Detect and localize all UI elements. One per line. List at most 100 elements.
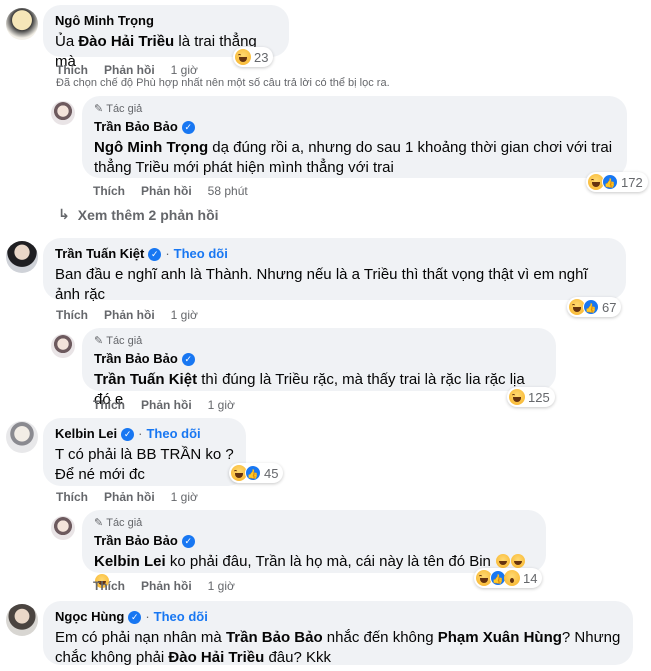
commenter-name-text: Trần Bảo Bảo <box>94 119 178 134</box>
author-tag-label: Tác giả <box>106 517 143 529</box>
commenter-name[interactable]: Ngô Minh Trọng <box>55 13 154 29</box>
comment-bubble: ✎ Tác giả Trần Bảo Bảo ✓ Trần Tuấn Kiệt th… <box>82 328 556 408</box>
reply-button[interactable]: Phản hồi <box>104 308 155 322</box>
avatar[interactable] <box>51 516 75 540</box>
comment-actions: Thích Phản hồi 1 giờ <box>93 579 235 593</box>
comment-actions: Thích Phản hồi 58 phút <box>93 184 248 198</box>
reaction-summary[interactable]: 👍 172 <box>586 172 648 192</box>
separator: · <box>138 426 143 441</box>
comment-text-part: Ủa <box>55 33 79 50</box>
reaction-count: 67 <box>602 299 617 315</box>
separator: · <box>165 246 170 261</box>
avatar[interactable] <box>51 334 75 358</box>
reaction-summary[interactable]: 125 <box>507 387 555 407</box>
like-button[interactable]: Thích <box>56 308 88 322</box>
timestamp[interactable]: 1 giờ <box>171 63 198 77</box>
commenter-name[interactable]: Trần Bảo Bảo ✓ <box>94 533 195 549</box>
comment-bubble: ✎ Tác giả Trần Bảo Bảo ✓ Ngô Minh Trọng dạ… <box>82 96 627 178</box>
commenter-name-text: Ngọc Hùng <box>55 609 125 624</box>
avatar[interactable] <box>51 101 75 125</box>
commenter-name[interactable]: Trần Bảo Bảo ✓ <box>94 351 195 367</box>
comment-bubble: Trần Tuấn Kiệt ✓ · Theo dõi Ban đầu e nghĩ … <box>43 238 626 303</box>
author-tag-label: Tác giả <box>106 335 143 347</box>
haha-reaction-icon <box>509 389 525 405</box>
reaction-count: 172 <box>621 174 643 190</box>
commenter-name-text: Trần Tuấn Kiệt <box>55 246 145 261</box>
comment-actions: Thích Phản hồi 1 giờ <box>56 308 198 322</box>
commenter-name[interactable]: Kelbin Lei ✓ · Theo dõi <box>55 426 201 442</box>
avatar[interactable] <box>6 8 38 40</box>
comment-text: Ngô Minh Trọng dạ đúng rồi a, nhưng do s… <box>94 138 615 178</box>
reaction-count: 125 <box>528 389 550 405</box>
reaction-count: 23 <box>254 49 269 65</box>
comment-text-part: Em có phải nạn nhân mà <box>55 629 226 646</box>
timestamp[interactable]: 58 phút <box>208 184 248 198</box>
pencil-icon: ✎ <box>94 517 104 529</box>
mention-link[interactable]: Ngô Minh Trọng <box>94 139 208 156</box>
view-more-replies[interactable]: ↳ Xem thêm 2 phản hồi <box>58 206 219 223</box>
like-button[interactable]: Thích <box>93 184 125 198</box>
comment-text-part: nhắc đến không <box>322 629 438 646</box>
verified-badge-icon: ✓ <box>148 247 162 261</box>
reaction-count: 14 <box>523 570 538 586</box>
commenter-name-text: Kelbin Lei <box>55 426 118 441</box>
reaction-summary[interactable]: 23 <box>233 47 274 67</box>
like-button[interactable]: Thích <box>56 63 88 77</box>
follow-button[interactable]: Theo dõi <box>154 609 208 625</box>
comment-text-line: Để né mới đc <box>55 466 145 483</box>
like-button[interactable]: Thích <box>93 579 125 593</box>
commenter-name-text: Trần Bảo Bảo <box>94 533 178 548</box>
comment-actions: Thích Phản hồi 1 giờ <box>56 63 198 77</box>
reply-button[interactable]: Phản hồi <box>141 184 192 198</box>
follow-button[interactable]: Theo dõi <box>174 246 228 262</box>
view-more-label: Xem thêm 2 phản hồi <box>77 206 219 223</box>
comment-text-part: đâu? Kkk <box>264 649 331 666</box>
filter-notice: Đã chọn chế độ Phù hợp nhất nên một số c… <box>56 77 390 89</box>
reaction-count: 45 <box>264 465 279 481</box>
comment-actions: Thích Phản hồi 1 giờ <box>93 398 235 412</box>
commenter-name[interactable]: Trần Bảo Bảo ✓ <box>94 119 195 135</box>
reply-button[interactable]: Phản hồi <box>104 63 155 77</box>
reaction-summary[interactable]: 👍 14 <box>474 568 543 588</box>
avatar[interactable] <box>6 421 38 453</box>
mention-link[interactable]: Kelbin Lei <box>94 553 166 570</box>
like-button[interactable]: Thích <box>56 490 88 504</box>
haha-reaction-icon <box>235 49 251 65</box>
mention-link[interactable]: Đào Hải Triều <box>168 649 264 666</box>
like-reaction-icon: 👍 <box>583 299 599 315</box>
follow-button[interactable]: Theo dõi <box>146 426 200 442</box>
wow-reaction-icon <box>504 570 520 586</box>
timestamp[interactable]: 1 giờ <box>208 579 235 593</box>
timestamp[interactable]: 1 giờ <box>171 490 198 504</box>
verified-badge-icon: ✓ <box>181 534 195 548</box>
comment-bubble: Kelbin Lei ✓ · Theo dõi T có phải là BB TRẦ… <box>43 418 246 486</box>
laughing-emoji-icon <box>511 554 526 568</box>
reaction-summary[interactable]: 👍 67 <box>567 297 622 317</box>
reply-button[interactable]: Phản hồi <box>141 398 192 412</box>
comment-text-line: T có phải là BB TRẦN ko ? <box>55 446 234 463</box>
like-button[interactable]: Thích <box>93 398 125 412</box>
mention-link[interactable]: Đào Hải Triều <box>78 33 174 50</box>
verified-badge-icon: ✓ <box>181 120 195 134</box>
mention-link[interactable]: Trần Bảo Bảo <box>226 629 323 646</box>
avatar[interactable] <box>6 604 38 636</box>
author-tag: ✎ Tác giả <box>94 103 615 116</box>
commenter-name[interactable]: Ngọc Hùng ✓ · Theo dõi <box>55 609 208 625</box>
laughing-emoji-icon <box>496 554 511 568</box>
separator: · <box>145 609 150 624</box>
reply-arrow-icon: ↳ <box>58 206 70 222</box>
reply-button[interactable]: Phản hồi <box>104 490 155 504</box>
avatar[interactable] <box>6 241 38 273</box>
author-tag: ✎ Tác giả <box>94 517 534 530</box>
timestamp[interactable]: 1 giờ <box>171 308 198 322</box>
reply-button[interactable]: Phản hồi <box>141 579 192 593</box>
commenter-name-text: Trần Bảo Bảo <box>94 351 178 366</box>
verified-badge-icon: ✓ <box>128 610 142 624</box>
timestamp[interactable]: 1 giờ <box>208 398 235 412</box>
commenter-name[interactable]: Trần Tuấn Kiệt ✓ · Theo dõi <box>55 246 228 262</box>
comment-bubble: ✎ Tác giả Trần Bảo Bảo ✓ Kelbin Lei ko phả… <box>82 510 546 588</box>
reaction-summary[interactable]: 👍 45 <box>229 463 284 483</box>
author-tag: ✎ Tác giả <box>94 335 544 348</box>
mention-link[interactable]: Phạm Xuân Hùng <box>438 629 562 646</box>
mention-link[interactable]: Trần Tuấn Kiệt <box>94 371 197 388</box>
